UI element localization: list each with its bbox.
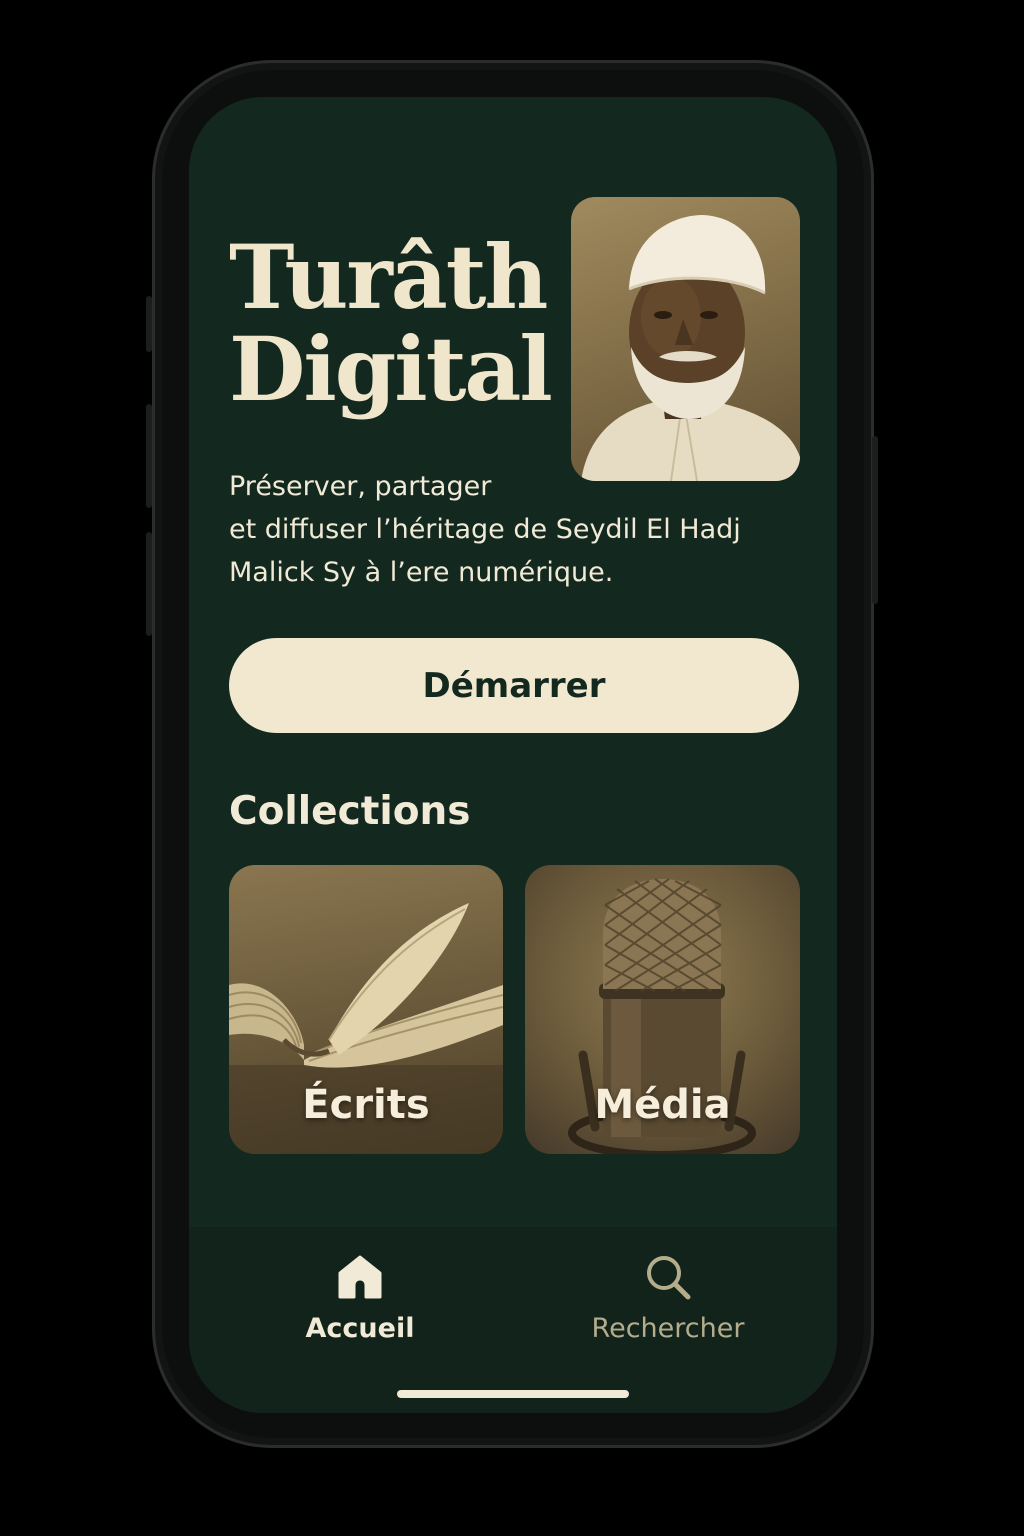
tab-search[interactable]: Rechercher [548, 1251, 788, 1361]
collection-card-ecrits[interactable]: Écrits [229, 865, 503, 1154]
home-icon [338, 1255, 382, 1299]
app-screen: Turâth Digital Préserver, partager et di… [189, 97, 837, 1413]
tagline-line1: Préserver, partager [229, 471, 492, 502]
tab-home[interactable]: Accueil [240, 1251, 480, 1361]
start-button[interactable]: Démarrer [229, 638, 799, 733]
app-title-line2: Digital [229, 317, 553, 421]
phone-volume-up [146, 404, 152, 508]
tab-search-label: Rechercher [591, 1313, 745, 1344]
collections-title: Collections [229, 789, 471, 834]
collection-card-media[interactable]: Média [525, 865, 800, 1154]
home-indicator[interactable] [397, 1390, 629, 1398]
phone-side-button [146, 296, 152, 352]
collection-label-media: Média [594, 1082, 731, 1128]
search-icon [647, 1256, 691, 1300]
tab-bar: Accueil Rechercher [189, 1227, 837, 1413]
app-title-line1: Turâth [229, 225, 548, 329]
tagline: Préserver, partager et diffuser l’hérita… [229, 465, 789, 594]
phone-power-button [872, 436, 878, 604]
tagline-line3: Malick Sy à l’ere numérique. [229, 557, 614, 588]
portrait-illustration [581, 215, 800, 481]
collection-label-ecrits: Écrits [302, 1082, 430, 1128]
tab-home-label: Accueil [305, 1313, 415, 1344]
tagline-line2: et diffuser l’héritage de Seydil El Hadj [229, 514, 741, 545]
phone-volume-down [146, 532, 152, 636]
app-title: Turâth Digital [229, 231, 559, 415]
portrait-image [571, 197, 800, 481]
